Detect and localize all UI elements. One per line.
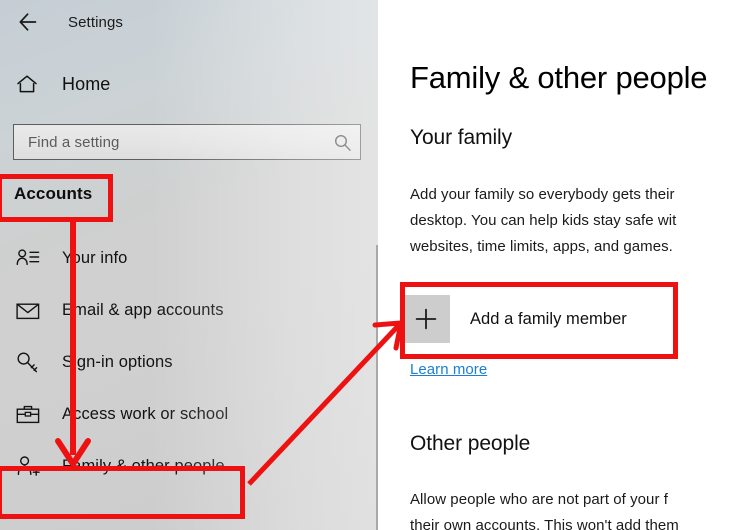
sidebar-item-label: Family & other people	[62, 456, 225, 475]
nav-section-title: Accounts	[14, 184, 93, 203]
other-people-heading: Other people	[410, 432, 531, 455]
sidebar-item-your-info[interactable]: Your info	[0, 232, 360, 284]
nav-home-label: Home	[62, 73, 111, 94]
briefcase-icon	[16, 404, 46, 425]
sidebar-item-label: Access work or school	[62, 404, 229, 423]
envelope-icon	[16, 301, 46, 320]
add-user-icon	[16, 455, 46, 478]
search-input[interactable]: Find a setting	[13, 124, 361, 160]
page-title: Family & other people	[410, 60, 708, 95]
your-family-heading: Your family	[410, 126, 513, 149]
plus-icon	[402, 295, 450, 343]
sidebar-item-access-work-or-school[interactable]: Access work or school	[0, 388, 360, 440]
sidebar-item-label: Your info	[62, 248, 128, 267]
sidebar-item-email-app-accounts[interactable]: Email & app accounts	[0, 284, 360, 336]
title-bar: Settings	[0, 0, 378, 44]
navigation-pane: Settings Home Find a setting Accounts Yo…	[0, 0, 378, 530]
back-button[interactable]	[6, 2, 54, 42]
your-family-description: Add your family so everybody gets their …	[410, 186, 677, 255]
settings-window: Settings Home Find a setting Accounts Yo…	[0, 0, 730, 530]
home-icon	[16, 74, 44, 94]
sidebar-item-label: Email & app accounts	[62, 300, 224, 319]
nav-item-home[interactable]: Home	[0, 64, 360, 104]
search-placeholder: Find a setting	[28, 133, 120, 151]
learn-more-link[interactable]: Learn more	[410, 361, 487, 378]
add-family-member-label: Add a family member	[470, 309, 627, 328]
back-arrow-icon	[18, 13, 42, 31]
search-icon[interactable]	[333, 133, 352, 152]
sidebar-item-sign-in-options[interactable]: Sign-in options	[0, 336, 360, 388]
content-pane: Family & other people Your family Add yo…	[378, 0, 730, 530]
key-icon	[16, 351, 46, 374]
sidebar-item-label: Sign-in options	[62, 352, 173, 371]
user-info-icon	[16, 248, 46, 268]
sidebar-item-family-other-people[interactable]: Family & other people	[0, 440, 360, 492]
other-people-description: Allow people who are not part of your f …	[410, 491, 679, 530]
add-family-member-button[interactable]: Add a family member	[402, 290, 627, 348]
nav-item-list: Your info Email & app accounts Sign-in o…	[0, 232, 360, 492]
app-title: Settings	[68, 13, 123, 31]
